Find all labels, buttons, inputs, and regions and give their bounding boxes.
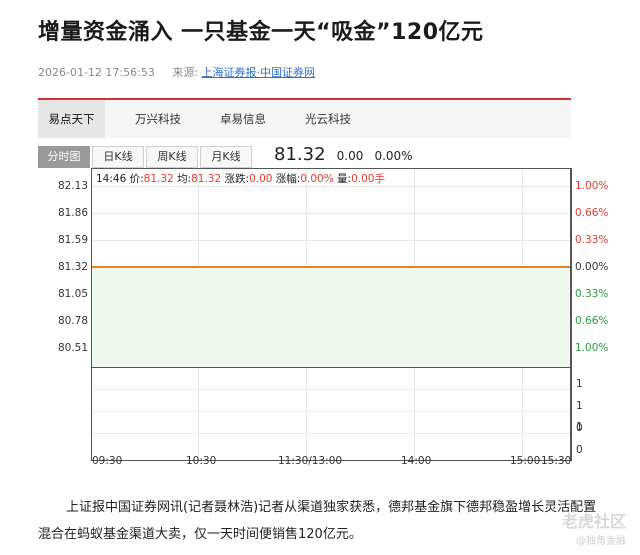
- time-tick-3: 14:00: [401, 455, 432, 467]
- pct-tick-6: 1.00%: [575, 342, 609, 354]
- price-tick-3: 81.32: [57, 261, 88, 273]
- pct-tick-3: 0.00%: [575, 261, 609, 273]
- info-time: 14:46: [96, 173, 127, 185]
- info-chg: 0.00: [249, 173, 273, 185]
- pct-tick-2: 0.33%: [575, 234, 609, 246]
- price-tick-2: 81.59: [57, 234, 88, 246]
- price-tick-4: 81.05: [57, 288, 88, 300]
- pct-tick-4: 0.33%: [575, 288, 609, 300]
- vol-tick-0: 1: [576, 378, 583, 390]
- watermark-sub: @独角金融: [576, 536, 626, 547]
- price-tick-0: 82.13: [57, 180, 88, 192]
- chart-info-line: 14:46 价:81.32 均:81.32 涨跌:0.00 涨幅:0.00% 量…: [96, 171, 385, 186]
- info-chg-label: 涨跌:: [224, 173, 250, 185]
- time-tick-4: 15:00: [510, 455, 541, 467]
- vol-tick-1: 1: [576, 400, 583, 412]
- pct-tick-0: 1.00%: [575, 180, 609, 192]
- time-tick-0: 09:30: [92, 455, 123, 467]
- pct-tick-5: 0.66%: [575, 315, 609, 327]
- info-price: 81.32: [143, 173, 174, 185]
- info-avg: 81.32: [191, 173, 222, 185]
- time-tick-5: 15:30: [541, 455, 572, 467]
- price-tick-6: 80.51: [57, 342, 88, 354]
- info-avg-label: 均:: [177, 173, 192, 185]
- info-price-label: 价:: [129, 173, 144, 185]
- time-tick-1: 10:30: [186, 455, 217, 467]
- vol-tick-4: 0: [576, 444, 583, 456]
- info-vol: 0.00手: [351, 173, 385, 185]
- price-tick-1: 81.86: [57, 207, 88, 219]
- pct-tick-1: 0.66%: [575, 207, 609, 219]
- price-tick-5: 80.78: [57, 315, 88, 327]
- info-vol-label: 量:: [337, 173, 352, 185]
- watermark-main: 老虎社区: [561, 512, 626, 531]
- vol-tick-3: 0: [576, 422, 583, 434]
- time-tick-2: 11:30/13:00: [278, 455, 343, 467]
- info-pct: 0.00%: [300, 173, 334, 185]
- chart-frame: [91, 168, 572, 461]
- info-pct-label: 涨幅:: [275, 173, 301, 185]
- article-body: 上证报中国证券网讯(记者聂林浩)记者从渠道独家获悉，德邦基金旗下德邦稳盈增长灵活…: [38, 500, 597, 542]
